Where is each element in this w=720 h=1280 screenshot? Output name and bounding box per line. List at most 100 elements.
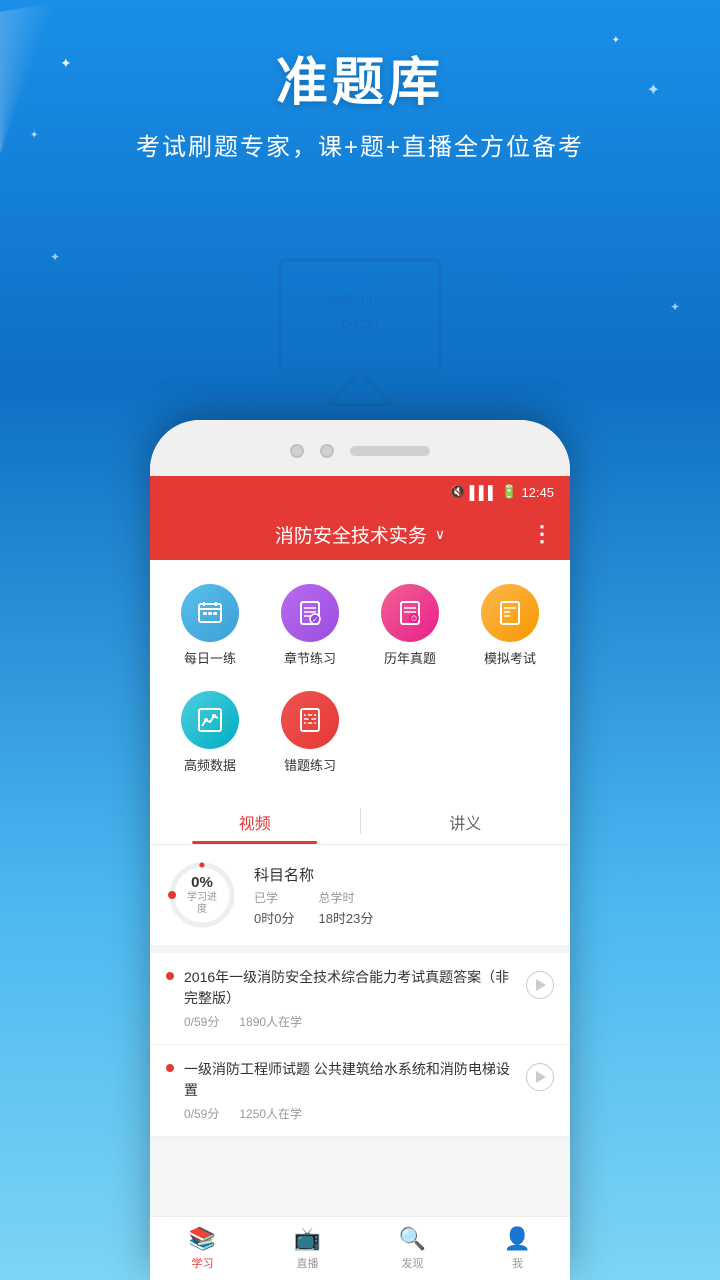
course-title-2: 一级消防工程师试题 公共建筑给水系统和消防电梯设置 bbox=[184, 1059, 516, 1101]
svg-text:⏱: ⏱ bbox=[411, 614, 417, 623]
status-icons: 🔇 ▌▌▌ 🔋 12:45 bbox=[449, 484, 554, 500]
progress-info: 科目名称 已学 0时0分 总学时 18时23分 bbox=[254, 864, 373, 927]
phone-camera-right bbox=[320, 444, 334, 458]
course-play-button-1[interactable] bbox=[526, 971, 554, 999]
nav-item-me[interactable]: 👤 我 bbox=[465, 1218, 570, 1279]
total-stat: 总学时 18时23分 bbox=[318, 889, 373, 927]
play-icon-1 bbox=[536, 979, 546, 991]
me-nav-label: 我 bbox=[512, 1255, 523, 1271]
study-nav-label: 学习 bbox=[192, 1255, 214, 1271]
freq-data-label: 高频数据 bbox=[184, 755, 236, 774]
past-exam-label: 历年真题 bbox=[384, 648, 436, 667]
icon-item-past[interactable]: ⏱ 历年真题 bbox=[360, 576, 460, 675]
course-students-2: 1250人在学 bbox=[239, 1105, 302, 1122]
hero-title: 准题库 bbox=[276, 40, 444, 115]
icon-row-2: 高频数据 错题练 bbox=[160, 683, 560, 782]
sparkle-3: ✦ bbox=[30, 130, 38, 141]
nav-item-live[interactable]: 📺 直播 bbox=[255, 1218, 360, 1279]
live-nav-label: 直播 bbox=[297, 1255, 319, 1271]
mock-exam-label: 模拟考试 bbox=[484, 648, 536, 667]
svg-text:✓: ✓ bbox=[312, 617, 318, 624]
course-item-1[interactable]: 2016年一级消防安全技术综合能力考试真题答案（非完整版） 0/59分 1890… bbox=[150, 953, 570, 1045]
sparkle-4: ✦ bbox=[647, 80, 660, 100]
live-nav-icon: 📺 bbox=[294, 1226, 321, 1252]
course-info-2: 一级消防工程师试题 公共建筑给水系统和消防电梯设置 0/59分 1250人在学 bbox=[184, 1059, 516, 1122]
app-content: 每日一练 ✓ 章节 bbox=[150, 560, 570, 1216]
app-header: 消防安全技术实务 ∨ ⋮ bbox=[150, 508, 570, 560]
phone-top-bar bbox=[150, 420, 570, 476]
app-header-title[interactable]: 消防安全技术实务 ∨ bbox=[275, 521, 445, 548]
icon-item-mock[interactable]: 模拟考试 bbox=[460, 576, 560, 675]
wrong-practice-icon bbox=[281, 691, 339, 749]
total-value: 18时23分 bbox=[318, 908, 373, 927]
studied-label: 已学 bbox=[254, 889, 294, 906]
sparkle-2: ✦ bbox=[612, 35, 620, 46]
course-meta-1: 0/59分 1890人在学 bbox=[184, 1013, 516, 1030]
phone-camera-left bbox=[290, 444, 304, 458]
sparkle-6: ✦ bbox=[670, 300, 680, 314]
tab-notes[interactable]: 讲义 bbox=[361, 798, 571, 844]
daily-practice-icon bbox=[181, 584, 239, 642]
more-menu-button[interactable]: ⋮ bbox=[531, 521, 554, 547]
studied-stat: 已学 0时0分 bbox=[254, 889, 294, 927]
chapter-practice-icon: ✓ bbox=[281, 584, 339, 642]
course-students-1: 1890人在学 bbox=[239, 1013, 302, 1030]
course-item-2[interactable]: 一级消防工程师试题 公共建筑给水系统和消防电梯设置 0/59分 1250人在学 bbox=[150, 1045, 570, 1137]
past-exam-icon: ⏱ bbox=[381, 584, 439, 642]
icon-item-chapter[interactable]: ✓ 章节练习 bbox=[260, 576, 360, 675]
icon-grid: 每日一练 ✓ 章节 bbox=[150, 560, 570, 798]
course-list: 2016年一级消防安全技术综合能力考试真题答案（非完整版） 0/59分 1890… bbox=[150, 953, 570, 1137]
mute-icon: 🔇 bbox=[449, 484, 465, 500]
hero-subtitle: 考试刷题专家，课+题+直播全方位备考 bbox=[136, 127, 584, 162]
course-meta-2: 0/59分 1250人在学 bbox=[184, 1105, 516, 1122]
phone-mockup: 🔇 ▌▌▌ 🔋 12:45 消防安全技术实务 ∨ ⋮ bbox=[150, 420, 570, 1280]
freq-data-icon bbox=[181, 691, 239, 749]
svg-text:back!: back! bbox=[341, 315, 379, 332]
icon-item-daily[interactable]: 每日一练 bbox=[160, 576, 260, 675]
header-title-text: 消防安全技术实务 bbox=[275, 521, 427, 548]
icon-item-wrong[interactable]: 错题练习 bbox=[260, 683, 360, 782]
study-stats: 已学 0时0分 总学时 18时23分 bbox=[254, 889, 373, 927]
signal-icon: ▌▌▌ bbox=[470, 485, 498, 500]
hero-section: ✦ ✦ ✦ ✦ ✦ ✦ 准题库 考试刷题专家，课+题+直播全方位备考 welco… bbox=[0, 0, 720, 430]
progress-circle: 0% 学习进度 bbox=[166, 859, 238, 931]
sparkle-1: ✦ bbox=[60, 55, 72, 72]
total-label: 总学时 bbox=[318, 889, 373, 906]
subject-name: 科目名称 bbox=[254, 864, 373, 885]
progress-label: 学习进度 bbox=[184, 892, 220, 916]
icon-row-1: 每日一练 ✓ 章节 bbox=[160, 576, 560, 675]
me-nav-icon: 👤 bbox=[504, 1226, 531, 1252]
course-dot-1 bbox=[166, 972, 174, 980]
battery-icon: 🔋 bbox=[501, 484, 517, 500]
course-progress-1: 0/59分 bbox=[184, 1013, 219, 1030]
course-info-1: 2016年一级消防安全技术综合能力考试真题答案（非完整版） 0/59分 1890… bbox=[184, 967, 516, 1030]
study-nav-icon: 📚 bbox=[189, 1226, 216, 1252]
status-bar: 🔇 ▌▌▌ 🔋 12:45 bbox=[150, 476, 570, 508]
studied-value: 0时0分 bbox=[254, 908, 294, 927]
course-title-1: 2016年一级消防安全技术综合能力考试真题答案（非完整版） bbox=[184, 967, 516, 1009]
wrong-practice-label: 错题练习 bbox=[284, 755, 336, 774]
course-play-button-2[interactable] bbox=[526, 1063, 554, 1091]
sparkle-5: ✦ bbox=[50, 250, 60, 264]
icon-item-freq[interactable]: 高频数据 bbox=[160, 683, 260, 782]
discover-nav-label: 发现 bbox=[402, 1255, 424, 1271]
svg-text:welcome: welcome bbox=[327, 292, 391, 309]
progress-section: 0% 学习进度 科目名称 已学 0时0分 总学时 18时23分 bbox=[150, 845, 570, 953]
mock-exam-icon bbox=[481, 584, 539, 642]
course-dot-2 bbox=[166, 1064, 174, 1072]
nav-item-discover[interactable]: 🔍 发现 bbox=[360, 1218, 465, 1279]
app-tabs: 视频 讲义 bbox=[150, 798, 570, 845]
whiteboard-illustration: welcome back! bbox=[250, 250, 470, 410]
phone-speaker bbox=[350, 446, 430, 456]
tab-video[interactable]: 视频 bbox=[150, 798, 360, 844]
dropdown-chevron-icon[interactable]: ∨ bbox=[435, 526, 445, 543]
course-progress-2: 0/59分 bbox=[184, 1105, 219, 1122]
discover-nav-icon: 🔍 bbox=[399, 1226, 426, 1252]
chapter-label: 章节练习 bbox=[284, 648, 336, 667]
nav-item-study[interactable]: 📚 学习 bbox=[150, 1218, 255, 1279]
bottom-nav: 📚 学习 📺 直播 🔍 发现 👤 我 bbox=[150, 1216, 570, 1280]
phone-inner: 🔇 ▌▌▌ 🔋 12:45 消防安全技术实务 ∨ ⋮ bbox=[150, 420, 570, 1280]
daily-label: 每日一练 bbox=[184, 648, 236, 667]
clock: 12:45 bbox=[521, 485, 554, 500]
progress-percent: 0% bbox=[184, 874, 220, 892]
